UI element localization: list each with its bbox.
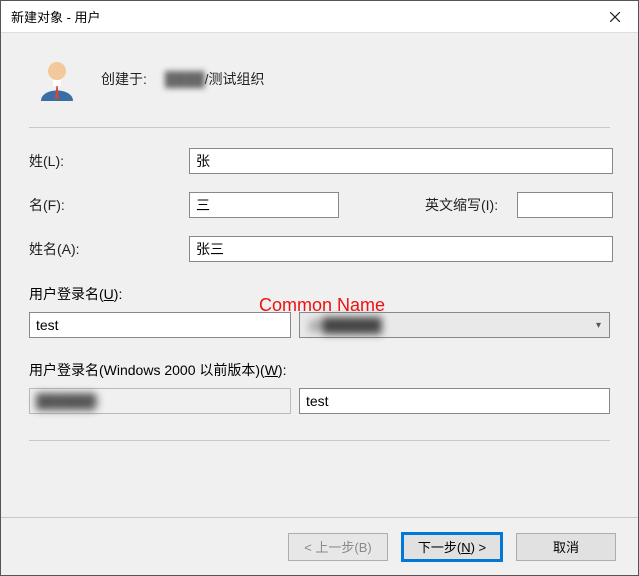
fullname-label: 姓名(A): xyxy=(29,239,181,259)
cancel-button[interactable]: 取消 xyxy=(516,533,616,561)
initials-label: 英文缩写(I): xyxy=(425,195,509,215)
close-button[interactable] xyxy=(592,1,638,33)
new-object-user-dialog: 新建对象 - 用户 创建于: ████/测试组织 xyxy=(0,0,639,576)
pre2k-label: 用户登录名(Windows 2000 以前版本)(W): xyxy=(29,360,610,380)
header-row: 创建于: ████/测试组织 xyxy=(29,57,610,101)
created-path: ████/测试组织 xyxy=(165,69,265,89)
given-label: 名(F): xyxy=(29,195,181,215)
window-title: 新建对象 - 用户 xyxy=(11,7,101,26)
given-input[interactable] xyxy=(189,192,339,218)
upn-domain-value: @██████ xyxy=(308,317,382,333)
upn-domain-select[interactable]: @██████ ▾ xyxy=(299,312,610,338)
upn-label: 用户登录名(U): xyxy=(29,284,610,304)
user-icon xyxy=(35,57,79,101)
upn-row: @██████ ▾ xyxy=(29,312,610,338)
back-button: < 上一步(B) xyxy=(288,533,388,561)
next-button[interactable]: 下一步(N) > xyxy=(402,533,502,561)
pre2k-domain-readonly: ██████\ xyxy=(29,388,291,414)
divider-top xyxy=(29,127,610,128)
pre2k-row: ██████\ xyxy=(29,388,610,414)
pre2k-input[interactable] xyxy=(299,388,610,414)
close-icon xyxy=(610,12,620,22)
initials-input[interactable] xyxy=(517,192,613,218)
fullname-input[interactable] xyxy=(189,236,613,262)
titlebar: 新建对象 - 用户 xyxy=(1,1,638,33)
surname-input[interactable] xyxy=(189,148,613,174)
created-label: 创建于: xyxy=(101,69,147,89)
created-in-row: 创建于: ████/测试组织 xyxy=(101,69,264,89)
footer: < 上一步(B) 下一步(N) > 取消 xyxy=(1,517,638,575)
name-grid: 姓(L): 名(F): 英文缩写(I): 姓名(A): xyxy=(29,148,610,262)
surname-label: 姓(L): xyxy=(29,151,181,171)
upn-input[interactable] xyxy=(29,312,291,338)
divider-bottom xyxy=(29,440,610,441)
chevron-down-icon: ▾ xyxy=(596,320,601,331)
dialog-body: 创建于: ████/测试组织 姓(L): 名(F): 英文缩写(I): 姓名(A… xyxy=(1,33,638,517)
